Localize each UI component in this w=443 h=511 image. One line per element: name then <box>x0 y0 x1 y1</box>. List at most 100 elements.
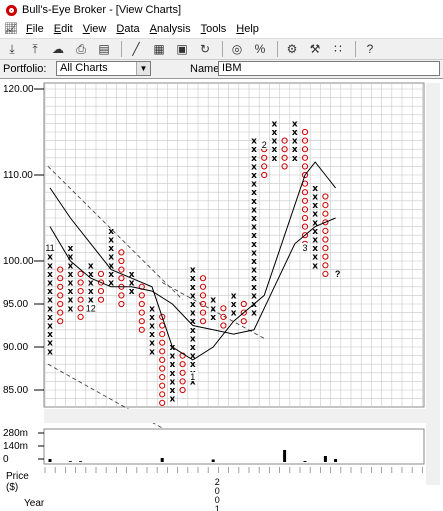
x-mark: x <box>231 309 237 319</box>
volume-bar <box>211 459 215 462</box>
chevron-down-icon[interactable]: ▼ <box>136 62 150 75</box>
table-icon[interactable]: ▦ <box>149 40 169 58</box>
x-mark: x <box>312 201 318 211</box>
x-mark: x <box>67 270 73 280</box>
y-tick-label: 90.00 <box>3 342 28 353</box>
x-mark: x <box>251 162 257 172</box>
window-title: Bull's-Eye Broker - [View Charts] <box>22 4 182 16</box>
menu-help[interactable]: Help <box>232 23 265 35</box>
x-mark: x <box>108 253 114 263</box>
volume-bar <box>303 461 307 462</box>
vertical-scrollbar[interactable] <box>426 83 440 485</box>
month-digit: 1 <box>190 372 195 382</box>
menu-bar: 📈︎ File Edit View Data Analysis Tools He… <box>0 20 443 38</box>
x-mark: x <box>149 330 155 340</box>
x-mark: x <box>67 244 73 254</box>
x-mark: x <box>149 322 155 332</box>
x-mark: x <box>169 377 175 387</box>
cloud-icon[interactable]: ☁︎ <box>48 40 68 58</box>
x-mark: x <box>251 274 257 284</box>
line-chart-icon[interactable]: ╱ <box>126 40 146 58</box>
chart-area: 120.00 110.00 100.00 95.00 90.00 85.00 x x x x x x x… <box>0 78 443 511</box>
x-mark: x <box>190 360 196 370</box>
horizontal-scrollbar[interactable] <box>44 409 426 423</box>
menu-file[interactable]: File <box>22 23 50 35</box>
x-mark: x <box>190 326 196 336</box>
x-mark: x <box>169 369 175 379</box>
portfolio-label: Portfolio: <box>3 63 47 75</box>
x-mark: x <box>190 283 196 293</box>
volume-bar <box>283 450 287 462</box>
volume-tick-label: 140m <box>3 441 28 452</box>
x-mark: x <box>67 279 73 289</box>
x-mark: x <box>108 236 114 246</box>
x-mark: x <box>210 304 216 314</box>
menu-analysis[interactable]: Analysis <box>146 23 197 35</box>
x-mark: x <box>251 291 257 301</box>
x-mark: x <box>149 313 155 323</box>
wrench-icon[interactable]: ⚒︎ <box>305 40 325 58</box>
x-mark: x <box>251 231 257 241</box>
x-mark: x <box>47 253 53 263</box>
x-mark: x <box>47 322 53 332</box>
x-mark: x <box>251 171 257 181</box>
reversal-marker: ? <box>335 269 341 279</box>
x-mark: x <box>251 309 257 319</box>
x-mark: x <box>169 352 175 362</box>
x-mark: x <box>169 395 175 405</box>
x-mark: x <box>47 330 53 340</box>
x-mark: x <box>47 261 53 271</box>
menu-tools[interactable]: Tools <box>197 23 233 35</box>
y-tick-label: 100.00 <box>3 256 34 267</box>
x-mark: x <box>251 145 257 155</box>
y-tick-label: 120.00 <box>3 84 34 95</box>
menu-edit[interactable]: Edit <box>50 23 79 35</box>
x-mark: x <box>312 184 318 194</box>
document-icon[interactable]: ▤ <box>94 40 114 58</box>
x-mark: x <box>47 304 53 314</box>
volume-tick-label: 0 <box>3 454 9 465</box>
x-mark: x <box>47 347 53 357</box>
menu-view[interactable]: View <box>79 23 113 35</box>
menu-data[interactable]: Data <box>112 23 145 35</box>
portfolio-select[interactable]: All Charts ▼ <box>56 61 151 76</box>
volume-bar <box>79 461 83 462</box>
x-mark: x <box>67 296 73 306</box>
toolbar: ⤓ ⤒ ☁︎ ⎙ ▤ ╱ ▦ ▣ ↻ ◎ % ⚙︎ ⚒︎ ∷ ? <box>0 38 443 60</box>
plot-frame <box>43 82 425 408</box>
toolbar-separator <box>222 41 223 57</box>
target-icon[interactable]: ◎ <box>227 40 247 58</box>
x-mark: x <box>271 145 277 155</box>
x-mark: x <box>190 334 196 344</box>
help-icon[interactable]: ? <box>360 40 380 58</box>
upload-icon[interactable]: ⤒ <box>25 40 45 58</box>
x-mark: x <box>231 291 237 301</box>
x-mark: x <box>149 339 155 349</box>
x-mark: x <box>251 180 257 190</box>
x-mark: x <box>67 304 73 314</box>
volume-bar <box>160 458 164 462</box>
grid-icon[interactable]: ∷ <box>328 40 348 58</box>
x-mark: x <box>190 309 196 319</box>
lock-icon[interactable]: ▣ <box>172 40 192 58</box>
chart-window-icon[interactable]: 📈︎ <box>4 23 18 35</box>
name-field[interactable]: IBM <box>218 61 440 76</box>
refresh-icon[interactable]: ↻ <box>195 40 215 58</box>
x-mark: x <box>190 266 196 276</box>
print-icon[interactable]: ⎙ <box>71 40 91 58</box>
x-mark: x <box>190 291 196 301</box>
x-mark: x <box>88 261 94 271</box>
x-mark: x <box>210 313 216 323</box>
x-mark: x <box>88 279 94 289</box>
portfolio-bar: Portfolio: All Charts ▼ Name: IBM <box>0 60 443 78</box>
download-icon[interactable]: ⤓ <box>2 40 22 58</box>
x-mark: x <box>251 137 257 147</box>
month-digit: 3 <box>302 243 307 253</box>
settings-icon[interactable]: ⚙︎ <box>282 40 302 58</box>
x-mark: x <box>312 210 318 220</box>
portfolio-selected: All Charts <box>60 62 108 74</box>
bullseye-app-icon <box>6 4 17 16</box>
toolbar-separator <box>355 41 356 57</box>
x-mark: x <box>190 343 196 353</box>
percent-icon[interactable]: % <box>250 40 270 58</box>
